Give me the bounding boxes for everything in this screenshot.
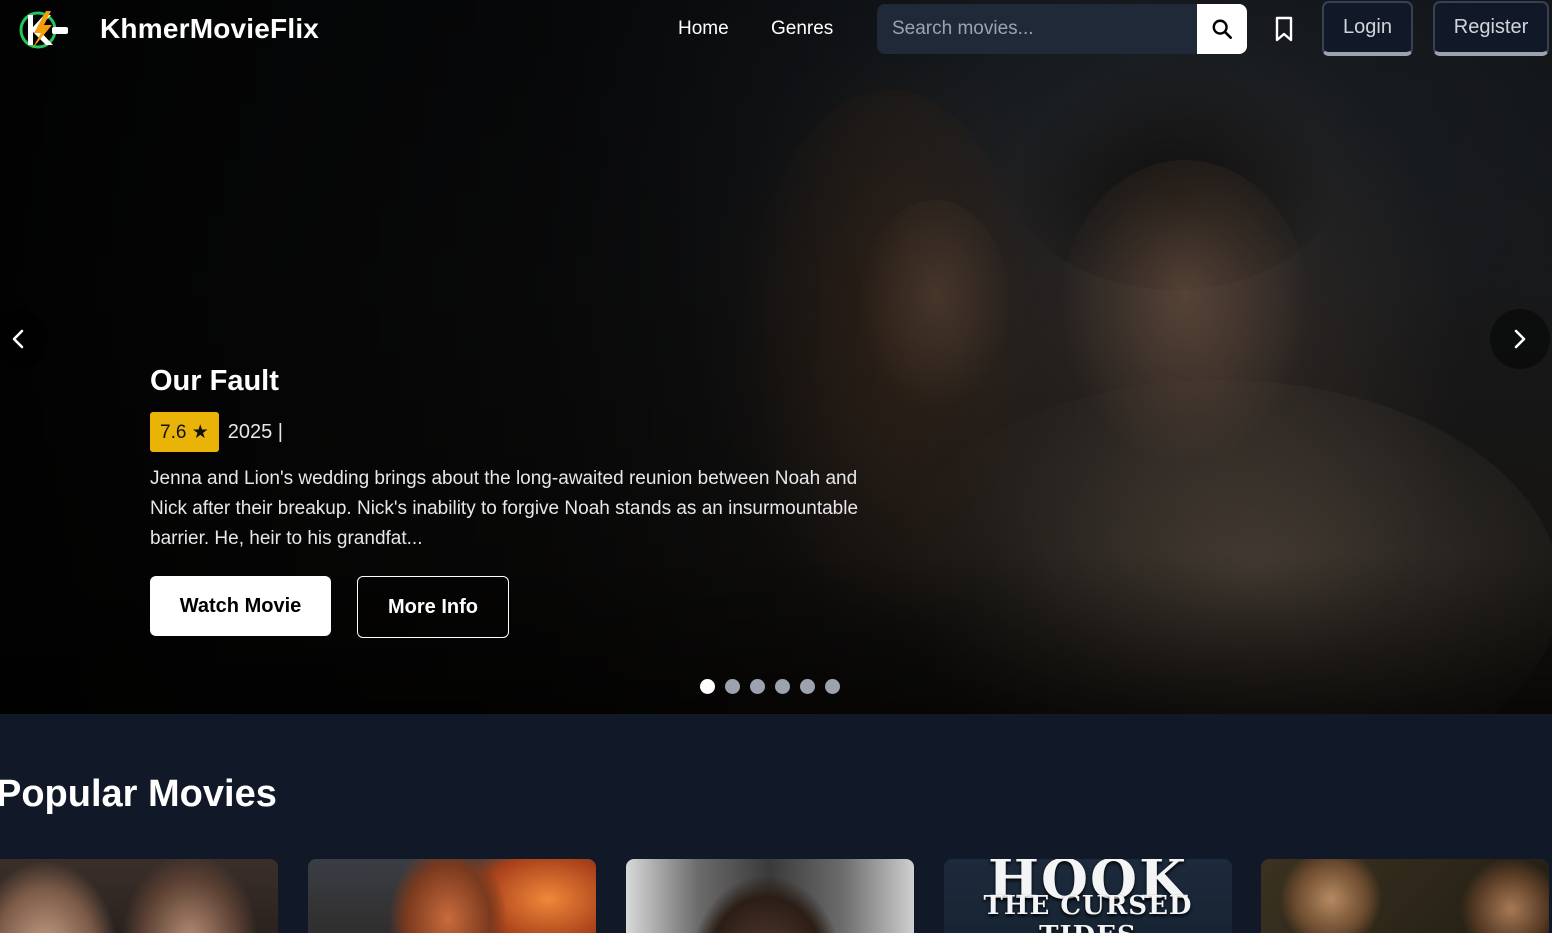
- movie-card[interactable]: [626, 859, 914, 933]
- carousel-dot[interactable]: [825, 679, 840, 694]
- carousel-dot[interactable]: [725, 679, 740, 694]
- search-icon: [1212, 19, 1232, 39]
- hero-description: Jenna and Lion's wedding brings about th…: [150, 468, 859, 549]
- bookmark-icon[interactable]: [1272, 16, 1296, 42]
- nav-link-genres[interactable]: Genres: [771, 18, 833, 40]
- search-input[interactable]: [877, 4, 1197, 54]
- watch-movie-button[interactable]: Watch Movie: [150, 576, 331, 636]
- movie-card[interactable]: HOOK THE CURSED TIDES: [944, 859, 1232, 933]
- carousel-next-button[interactable]: [1490, 309, 1550, 369]
- release-year: 2025 |: [227, 420, 283, 443]
- movie-card[interactable]: [0, 859, 278, 933]
- carousel-dot[interactable]: [750, 679, 765, 694]
- hero-actions: Watch Movie More Info: [150, 576, 870, 638]
- top-navbar: KhmerMovieFlix Home Genres Login Registe…: [0, 0, 1552, 58]
- more-info-button[interactable]: More Info: [357, 576, 509, 638]
- rating-badge: 7.6 ★: [150, 412, 219, 452]
- chevron-right-icon: [1514, 329, 1526, 349]
- carousel-dot[interactable]: [800, 679, 815, 694]
- movie-card[interactable]: [308, 859, 596, 933]
- search-button[interactable]: [1197, 4, 1247, 54]
- nav-link-home[interactable]: Home: [678, 18, 729, 40]
- section-title-popular: Popular Movies: [0, 773, 277, 815]
- hero-meta: 7.6 ★ 2025 |: [150, 412, 870, 452]
- carousel-dot[interactable]: [775, 679, 790, 694]
- hero-title: Our Fault: [150, 365, 279, 397]
- register-button[interactable]: Register: [1433, 1, 1549, 56]
- chevron-left-icon: [12, 329, 24, 349]
- login-button[interactable]: Login: [1322, 1, 1413, 56]
- hero-content: Our Fault 7.6 ★ 2025 | Jenna and Lion's …: [150, 362, 870, 638]
- poster-subtitle: THE CURSED TIDES: [983, 891, 1193, 933]
- movie-card[interactable]: [1261, 859, 1549, 933]
- search-bar: [877, 4, 1247, 54]
- carousel-dots: [700, 679, 850, 694]
- brand-name[interactable]: KhmerMovieFlix: [100, 13, 319, 45]
- carousel-dot[interactable]: [700, 679, 715, 694]
- logo-icon[interactable]: [18, 9, 70, 51]
